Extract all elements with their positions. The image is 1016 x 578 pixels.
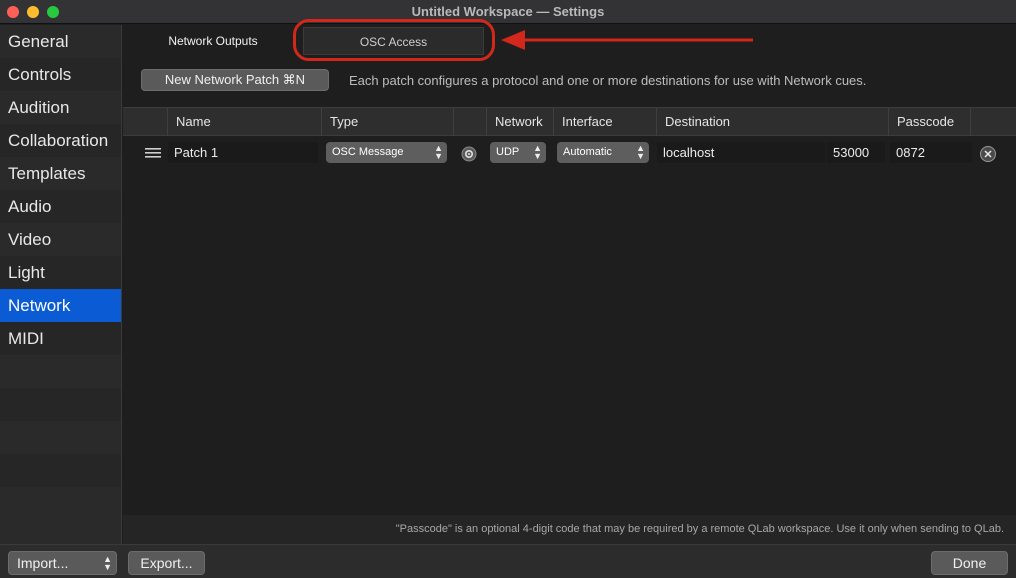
- network-settings-pane: Network Outputs OSC Access New Network P…: [123, 19, 1016, 544]
- column-header-network[interactable]: Network: [486, 108, 550, 136]
- chevron-updown-icon: ▲ ▼: [434, 143, 443, 161]
- type-select-value: OSC Message: [332, 146, 404, 158]
- table-header: Name Type Network Interface Destination …: [123, 107, 1016, 136]
- import-label: Import...: [17, 555, 69, 571]
- patch-hint-text: Each patch configures a protocol and one…: [349, 72, 867, 88]
- network-select-value: UDP: [496, 146, 520, 158]
- interface-select[interactable]: Automatic ▲ ▼: [557, 142, 649, 163]
- chevron-updown-icon: ▲ ▼: [636, 143, 645, 161]
- type-select[interactable]: OSC Message ▲ ▼: [326, 142, 447, 163]
- window-title: Untitled Workspace — Settings: [411, 4, 605, 19]
- column-header-blank: [970, 108, 1013, 136]
- done-button[interactable]: Done: [931, 551, 1008, 575]
- column-header-type[interactable]: Type: [321, 108, 453, 136]
- chevron-updown-icon: ▲ ▼: [103, 554, 112, 572]
- tab-bar: Network Outputs OSC Access: [123, 19, 1016, 61]
- patch-name-field[interactable]: Patch 1: [168, 142, 318, 163]
- sidebar-empty-row: [0, 421, 121, 454]
- sidebar-item-light[interactable]: Light: [0, 256, 121, 289]
- sidebar-item-video[interactable]: Video: [0, 223, 121, 256]
- sidebar-empty-row: [0, 454, 121, 487]
- chevron-updown-icon: ▲ ▼: [533, 143, 542, 161]
- import-select[interactable]: Import... ▲ ▼: [8, 551, 117, 575]
- remove-row-icon[interactable]: [979, 145, 997, 163]
- new-network-patch-button[interactable]: New Network Patch ⌘N: [141, 69, 329, 91]
- drag-handle-icon[interactable]: [145, 148, 161, 158]
- column-header-passcode[interactable]: Passcode: [888, 108, 970, 136]
- gear-icon[interactable]: [461, 146, 477, 162]
- sidebar-item-general[interactable]: General: [0, 25, 121, 58]
- sidebar-empty-row: [0, 355, 121, 388]
- settings-sidebar: General Controls Audition Collaboration …: [0, 25, 122, 544]
- destination-host-field[interactable]: localhost: [657, 142, 825, 163]
- sidebar-item-templates[interactable]: Templates: [0, 157, 121, 190]
- network-select[interactable]: UDP ▲ ▼: [490, 142, 546, 163]
- sidebar-empty-row: [0, 388, 121, 421]
- column-header-interface[interactable]: Interface: [553, 108, 656, 136]
- column-header-destination[interactable]: Destination: [656, 108, 888, 136]
- tab-network-outputs[interactable]: Network Outputs: [153, 27, 273, 55]
- title-bar: Untitled Workspace — Settings: [0, 0, 1016, 24]
- destination-port-field[interactable]: 53000: [827, 142, 885, 163]
- sidebar-item-collaboration[interactable]: Collaboration: [0, 124, 121, 157]
- passcode-footnote: "Passcode" is an optional 4-digit code t…: [123, 515, 1016, 544]
- sidebar-empty-row: [0, 487, 121, 520]
- close-window-button[interactable]: [7, 6, 19, 18]
- annotation-arrow-icon: [501, 30, 753, 50]
- export-button[interactable]: Export...: [128, 551, 205, 575]
- table-row: Patch 1 OSC Message ▲ ▼ UDP ▲ ▼ Automatic …: [123, 138, 1016, 166]
- zoom-window-button[interactable]: [47, 6, 59, 18]
- window-controls: [7, 6, 59, 18]
- column-header-blank: [453, 108, 486, 136]
- passcode-field[interactable]: 0872: [890, 142, 972, 163]
- sidebar-item-audio[interactable]: Audio: [0, 190, 121, 223]
- sidebar-item-midi[interactable]: MIDI: [0, 322, 121, 355]
- minimize-window-button[interactable]: [27, 6, 39, 18]
- patch-table: Patch 1 OSC Message ▲ ▼ UDP ▲ ▼ Automatic …: [123, 136, 1016, 514]
- interface-select-value: Automatic: [563, 146, 612, 158]
- patch-toolbar: New Network Patch ⌘N Each patch configur…: [141, 69, 866, 91]
- sidebar-item-audition[interactable]: Audition: [0, 91, 121, 124]
- bottom-bar: Import... ▲ ▼ Export... Done: [0, 544, 1016, 578]
- sidebar-item-controls[interactable]: Controls: [0, 58, 121, 91]
- sidebar-item-network[interactable]: Network: [0, 289, 121, 322]
- annotation-highlight: [293, 19, 495, 61]
- column-header-name[interactable]: Name: [167, 108, 321, 136]
